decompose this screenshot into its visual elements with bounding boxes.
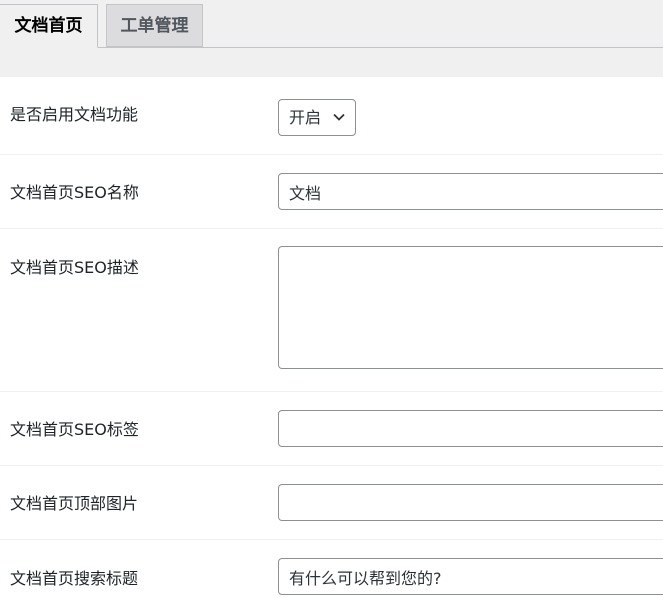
seo-tags-input[interactable]	[278, 410, 663, 447]
tab-bar-divider	[0, 47, 663, 48]
settings-page: 文档首页 工单管理 是否启用文档功能 开启 文档首页SEO名称 文档首页SEO描…	[0, 0, 663, 598]
row-divider	[0, 228, 663, 229]
seo-name-input[interactable]	[278, 173, 663, 210]
tab-bar: 文档首页 工单管理	[0, 0, 663, 77]
tab-docs-home[interactable]: 文档首页	[0, 4, 98, 48]
row-divider	[0, 465, 663, 466]
top-image-input[interactable]	[278, 484, 663, 521]
seo-desc-label: 文档首页SEO描述	[10, 258, 139, 277]
enable-docs-label: 是否启用文档功能	[10, 105, 139, 124]
row-divider	[0, 154, 663, 155]
row-divider	[0, 391, 663, 392]
enable-docs-select-value: 开启	[289, 108, 322, 127]
enable-docs-select[interactable]: 开启	[278, 99, 356, 136]
seo-tags-label: 文档首页SEO标签	[10, 420, 139, 439]
seo-desc-textarea[interactable]	[278, 246, 663, 369]
search-title-input[interactable]	[278, 558, 663, 595]
search-title-label: 文档首页搜索标题	[10, 569, 139, 588]
chevron-down-icon	[333, 113, 345, 121]
row-divider	[0, 539, 663, 540]
top-image-label: 文档首页顶部图片	[10, 494, 139, 513]
tab-ticket-management[interactable]: 工单管理	[106, 4, 203, 47]
seo-name-label: 文档首页SEO名称	[10, 183, 139, 202]
